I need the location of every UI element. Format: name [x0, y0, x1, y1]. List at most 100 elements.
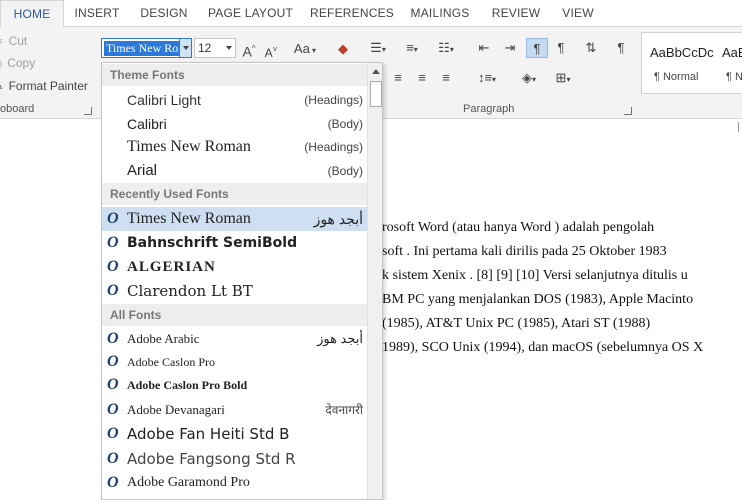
font-option-clarendon-lt-bt[interactable]: O Clarendon Lt BT: [102, 279, 367, 303]
font-dropdown-arrow[interactable]: [179, 39, 191, 57]
cut-label: Cut: [8, 34, 28, 48]
format-painter-label: Format Painter: [8, 79, 88, 93]
opentype-icon: O: [107, 234, 119, 251]
bullets-button[interactable]: ☰▾: [364, 38, 392, 58]
multilevel-list-icon: ☷: [438, 40, 450, 55]
style-no-spacing[interactable]: AaB ¶ No: [714, 33, 742, 93]
tab-insert[interactable]: INSERT: [66, 0, 128, 27]
rtl-direction-button[interactable]: ¶: [551, 38, 571, 58]
font-option-name: Times New Roman: [127, 210, 251, 227]
justify-button[interactable]: ≡: [436, 68, 456, 88]
change-case-button[interactable]: Aa ▾: [290, 39, 320, 59]
clipboard-group-label: oboard: [0, 103, 35, 115]
tab-view[interactable]: VIEW: [555, 0, 601, 27]
scissors-icon: ✂: [0, 36, 3, 48]
font-option-name: Arial: [127, 162, 158, 179]
font-option-recent-times-new-roman[interactable]: O Times New Roman أبجد هوز: [102, 207, 367, 231]
opentype-icon: O: [107, 258, 119, 275]
rtl-icon: ¶: [557, 40, 565, 55]
pilcrow-icon: ¶: [617, 40, 625, 55]
font-sample-arabic: أبجد هوز: [313, 211, 363, 227]
style-normal-label: ¶ Normal: [654, 71, 699, 83]
show-marks-button[interactable]: ¶: [611, 38, 631, 58]
tab-page-layout[interactable]: PAGE LAYOUT: [203, 0, 298, 27]
line-spacing-button[interactable]: ↕≡▾: [472, 68, 502, 88]
scroll-up-icon[interactable]: [372, 69, 380, 74]
style-normal[interactable]: AaBbCcDc ¶ Normal: [642, 33, 714, 93]
numbering-icon: ≡: [406, 40, 414, 55]
font-size-value: 12: [198, 41, 212, 55]
cut-button[interactable]: ✂ Cut: [0, 31, 27, 51]
font-option-name: Adobe Arabic: [127, 331, 200, 346]
opentype-icon: O: [107, 450, 119, 467]
align-right-button[interactable]: ≡: [412, 68, 432, 88]
tab-mailings[interactable]: MAILINGS: [404, 0, 476, 27]
numbering-button[interactable]: ≡▾: [398, 38, 426, 58]
clipboard-launcher-icon[interactable]: [84, 107, 92, 115]
font-option-name: Adobe Devanagari: [127, 402, 225, 417]
decrease-indent-button[interactable]: ⇤: [474, 38, 494, 58]
opentype-icon: O: [107, 376, 119, 393]
styles-gallery: AaBbCcDc ¶ Normal AaB ¶ No: [641, 32, 742, 94]
font-option-calibri[interactable]: Calibri (Body): [102, 112, 367, 136]
font-option-adobe-arabic[interactable]: O Adobe Arabic أبجد هوز: [102, 327, 367, 351]
grow-font-icon: A: [242, 43, 252, 60]
document-line: BM PC yang menjalankan DOS (1983), Apple…: [382, 292, 694, 307]
font-option-calibri-light[interactable]: Calibri Light (Headings): [102, 88, 367, 112]
justify-icon: ≡: [442, 70, 450, 85]
font-option-adobe-fangsong-std-r[interactable]: O Adobe Fangsong Std R: [102, 447, 367, 471]
opentype-icon: O: [107, 401, 119, 418]
tab-design[interactable]: DESIGN: [132, 0, 196, 27]
font-option-name: Times New Roman: [127, 138, 251, 155]
grow-font-button[interactable]: A^: [241, 39, 257, 60]
shading-button[interactable]: ◈▾: [514, 68, 544, 88]
tab-home[interactable]: HOME: [0, 0, 64, 28]
font-name-combobox[interactable]: Times New Ro: [101, 38, 192, 58]
align-center-button[interactable]: ≡: [388, 68, 408, 88]
shrink-font-button[interactable]: A˅: [263, 40, 279, 60]
recent-fonts-header: Recently Used Fonts: [102, 183, 367, 205]
font-option-adobe-caslon-pro-bold[interactable]: O Adobe Caslon Pro Bold: [102, 373, 367, 397]
style-no-spacing-label: ¶ No: [726, 71, 742, 83]
ltr-direction-button[interactable]: ¶: [526, 38, 548, 58]
font-option-bahnschrift-semibold[interactable]: O Bahnschrift SemiBold: [102, 231, 367, 255]
all-fonts-header: All Fonts: [102, 304, 367, 326]
opentype-icon: O: [107, 474, 119, 491]
font-dropdown-list[interactable]: Theme Fonts Calibri Light (Headings) Cal…: [101, 62, 383, 500]
chevron-down-icon: [226, 46, 232, 50]
borders-icon: ⊞: [555, 70, 567, 85]
scroll-thumb[interactable]: [370, 81, 382, 107]
font-option-adobe-caslon-pro[interactable]: O Adobe Caslon Pro: [102, 350, 367, 374]
font-option-hint: (Body): [327, 117, 363, 131]
format-painter-button[interactable]: ✎ Format Painter: [0, 76, 88, 96]
clear-formatting-button[interactable]: ◆: [333, 39, 353, 59]
font-option-name: Adobe Garamond Pro: [127, 475, 250, 490]
opentype-icon: O: [107, 353, 119, 370]
increase-indent-button[interactable]: ⇥: [500, 38, 520, 58]
dropdown-scrollbar[interactable]: [367, 63, 382, 499]
font-option-hint: (Headings): [304, 140, 363, 154]
document-line: rosoft Word (atau hanya Word ) adalah pe…: [382, 220, 655, 235]
paragraph-group-label: Paragraph: [463, 103, 515, 115]
font-size-combobox[interactable]: 12: [194, 38, 236, 58]
sort-button[interactable]: ⇅: [580, 38, 602, 58]
shrink-font-icon: A: [264, 46, 273, 60]
font-option-name: Calibri: [127, 116, 167, 132]
font-option-name: Adobe Caslon Pro: [127, 355, 215, 369]
copy-label: Copy: [7, 56, 36, 70]
paragraph-launcher-icon[interactable]: [624, 107, 632, 115]
tab-references[interactable]: REFERENCES: [307, 0, 397, 27]
borders-button[interactable]: ⊞▾: [548, 68, 578, 88]
font-option-adobe-devanagari[interactable]: O Adobe Devanagari देवनागरी: [102, 398, 367, 422]
font-option-algerian[interactable]: O ALGERIAN: [102, 255, 367, 279]
font-option-times-new-roman[interactable]: Times New Roman (Headings): [102, 135, 367, 159]
copy-button[interactable]: ⧉ Copy: [0, 53, 35, 73]
font-option-adobe-garamond-pro[interactable]: O Adobe Garamond Pro: [102, 471, 367, 495]
font-option-adobe-fan-heiti-std-b[interactable]: O Adobe Fan Heiti Std B: [102, 422, 367, 446]
tab-review[interactable]: REVIEW: [486, 0, 546, 27]
font-option-name: Bahnschrift SemiBold: [127, 235, 298, 251]
multilevel-list-button[interactable]: ☷▾: [432, 38, 460, 58]
increase-indent-icon: ⇥: [504, 40, 516, 55]
font-option-arial[interactable]: Arial (Body): [102, 159, 367, 183]
word-window: HOME INSERT DESIGN PAGE LAYOUT REFERENCE…: [0, 0, 742, 500]
